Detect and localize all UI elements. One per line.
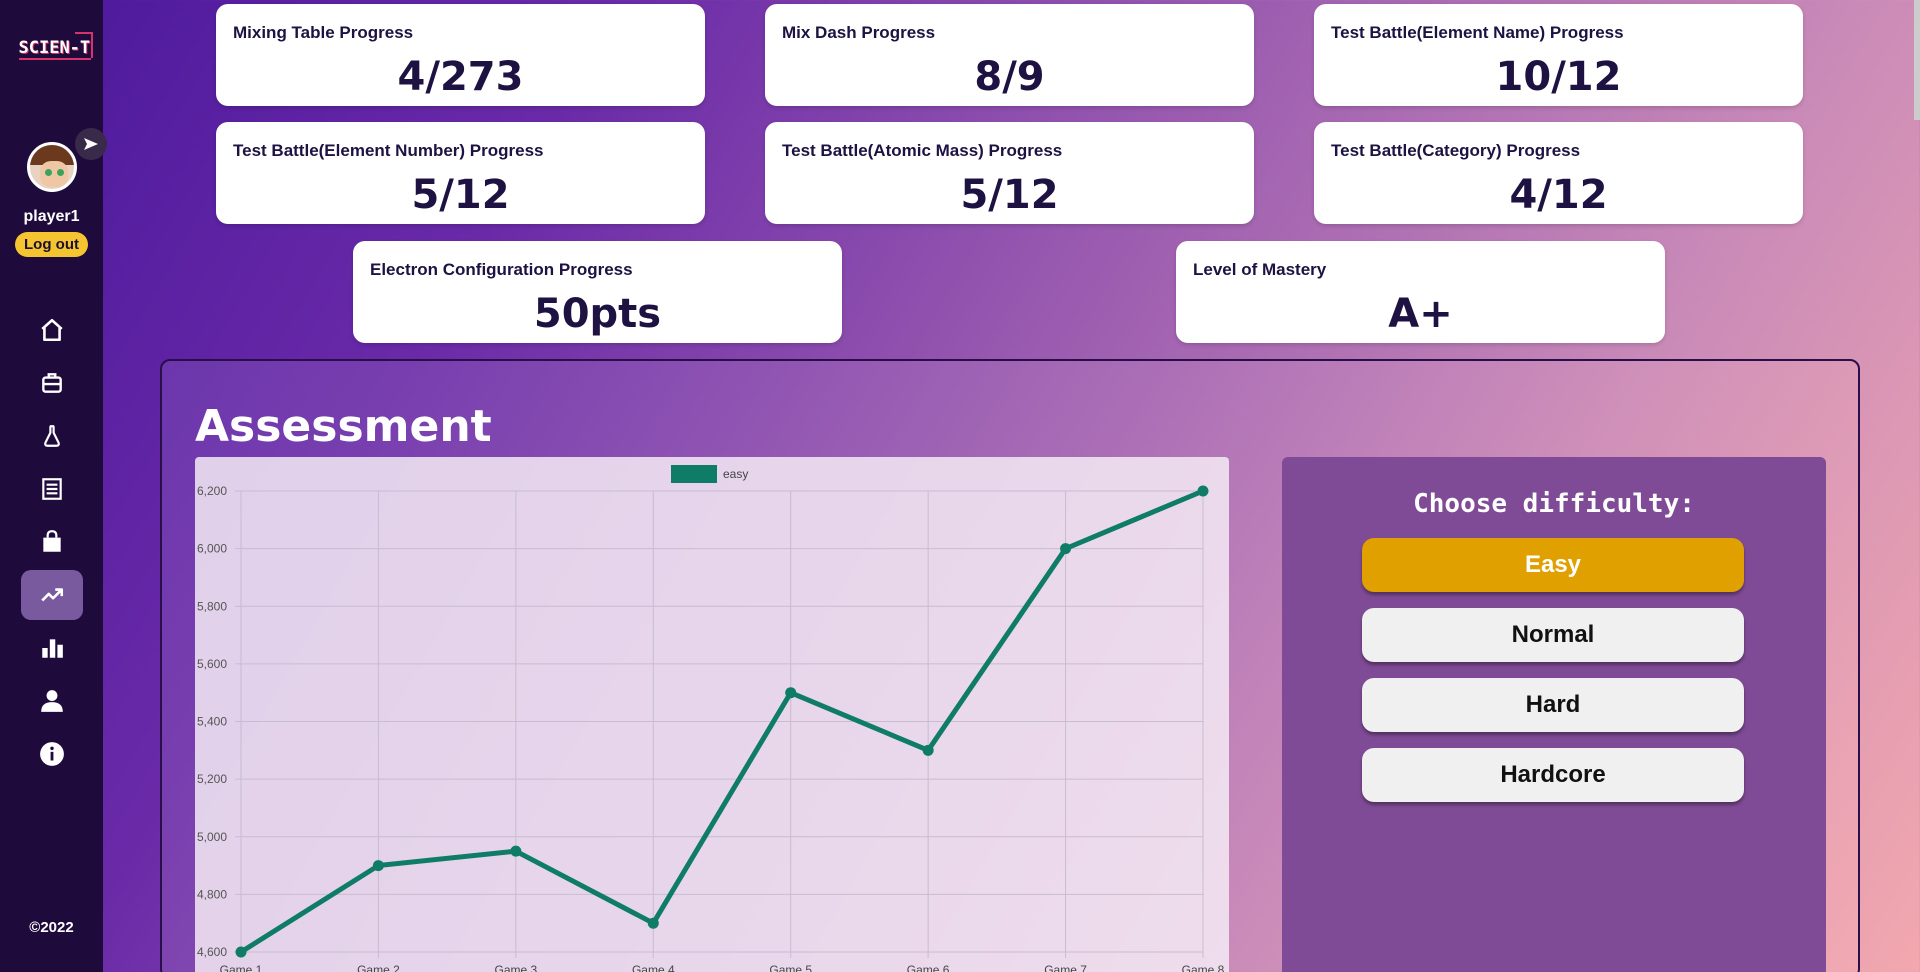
sidebar-toggle-button[interactable] bbox=[74, 128, 107, 160]
page-scrollbar[interactable] bbox=[1914, 0, 1920, 120]
data-point bbox=[1060, 543, 1072, 555]
difficulty-easy-button[interactable]: Easy bbox=[1362, 538, 1744, 592]
nav-profile[interactable] bbox=[21, 676, 83, 726]
nav-notes[interactable] bbox=[21, 464, 83, 514]
x-tick-label: Game 6 bbox=[907, 963, 950, 972]
data-point bbox=[372, 860, 384, 872]
difficulty-normal-button[interactable]: Normal bbox=[1362, 608, 1744, 662]
x-tick-label: Game 2 bbox=[357, 963, 400, 972]
difficulty-hardcore-button[interactable]: Hardcore bbox=[1362, 748, 1744, 802]
card-value: 10/12 bbox=[1495, 54, 1622, 100]
flask-icon bbox=[43, 425, 60, 447]
y-tick-label: 5,200 bbox=[197, 772, 227, 786]
card-test-battle-name: Test Battle(Element Name) Progress 10/12 bbox=[1314, 4, 1803, 106]
nav-leaderboard[interactable] bbox=[21, 623, 83, 673]
card-value: A+ bbox=[1388, 291, 1453, 337]
card-value: 8/9 bbox=[974, 54, 1045, 100]
nav-lab[interactable] bbox=[21, 358, 83, 408]
x-tick-label: Game 5 bbox=[769, 963, 812, 972]
card-label: Level of Mastery bbox=[1193, 260, 1327, 279]
difficulty-hard-button[interactable]: Hard bbox=[1362, 678, 1744, 732]
card-test-battle-mass: Test Battle(Atomic Mass) Progress 5/12 bbox=[765, 122, 1254, 224]
avatar-wrap bbox=[26, 128, 107, 192]
assessment-panel: Assessment 4,600 4,800 5,000 5,200 5,400 5,60… bbox=[160, 359, 1860, 972]
x-tick-label: Game 7 bbox=[1044, 963, 1087, 972]
trending-up-icon bbox=[40, 588, 63, 602]
info-icon bbox=[39, 742, 64, 766]
y-tick-label: 6,200 bbox=[197, 484, 227, 498]
legend-label: easy bbox=[723, 467, 748, 481]
card-label: Mixing Table Progress bbox=[233, 23, 414, 42]
data-point bbox=[235, 946, 247, 958]
x-tick-label: Game 1 bbox=[220, 963, 263, 972]
card-label: Electron Configuration Progress bbox=[370, 260, 633, 279]
card-value: 50pts bbox=[533, 291, 662, 337]
notebook-icon bbox=[41, 478, 62, 500]
data-point bbox=[1197, 485, 1209, 497]
y-tick-label: 5,400 bbox=[197, 715, 227, 729]
card-test-battle-number: Test Battle(Element Number) Progress 5/1… bbox=[216, 122, 705, 224]
user-icon bbox=[40, 690, 63, 712]
card-label: Test Battle(Atomic Mass) Progress bbox=[782, 141, 1063, 160]
difficulty-panel: Choose difficulty: Easy Normal Hard Hard… bbox=[1282, 457, 1826, 972]
card-mix-dash: Mix Dash Progress 8/9 bbox=[765, 4, 1254, 106]
assessment-title: Assessment bbox=[195, 401, 492, 452]
data-point bbox=[510, 845, 522, 857]
card-value: 4/12 bbox=[1509, 172, 1608, 218]
y-tick-label: 5,000 bbox=[197, 830, 227, 844]
card-electron-config: Electron Configuration Progress 50pts bbox=[353, 241, 842, 343]
card-value: 5/12 bbox=[411, 172, 510, 218]
nav-shop[interactable] bbox=[21, 517, 83, 567]
card-test-battle-category: Test Battle(Category) Progress 4/12 bbox=[1314, 122, 1803, 224]
card-label: Test Battle(Element Number) Progress bbox=[233, 141, 544, 160]
nav-info[interactable] bbox=[21, 729, 83, 779]
card-label: Mix Dash Progress bbox=[782, 23, 936, 42]
nav-mix[interactable] bbox=[21, 411, 83, 461]
x-tick-label: Game 3 bbox=[495, 963, 538, 972]
card-value: 5/12 bbox=[960, 172, 1059, 218]
x-tick-label: Game 4 bbox=[632, 963, 675, 972]
sidebar: SCIEN-T player1 Log out ©2022 bbox=[0, 0, 107, 972]
app-logo[interactable]: SCIEN-T bbox=[11, 30, 93, 64]
arrow-right-icon bbox=[83, 138, 98, 150]
home-icon bbox=[40, 318, 63, 342]
nav-home[interactable] bbox=[21, 305, 83, 355]
nav-progress[interactable] bbox=[20, 570, 83, 620]
shopping-bag-icon bbox=[42, 530, 61, 552]
logout-button[interactable]: Log out bbox=[15, 232, 88, 257]
y-tick-label: 5,800 bbox=[197, 599, 227, 613]
card-mixing-table: Mixing Table Progress 4/273 bbox=[216, 4, 705, 106]
y-tick-label: 4,800 bbox=[197, 887, 227, 901]
legend-swatch bbox=[671, 465, 717, 483]
line-chart-svg: 4,600 4,800 5,000 5,200 5,400 5,600 5,800 6,000… bbox=[197, 465, 1225, 972]
card-mastery: Level of Mastery A+ bbox=[1176, 241, 1665, 343]
x-tick-label: Game 8 bbox=[1182, 963, 1225, 972]
username: player1 bbox=[23, 208, 80, 225]
assessment-chart: 4,600 4,800 5,000 5,200 5,400 5,600 5,800 6,000… bbox=[195, 457, 1229, 972]
data-point bbox=[647, 917, 659, 929]
card-value: 4/273 bbox=[397, 54, 524, 100]
bar-chart-icon bbox=[41, 639, 63, 658]
card-label: Test Battle(Category) Progress bbox=[1331, 141, 1581, 160]
y-tick-label: 5,600 bbox=[197, 657, 227, 671]
y-tick-label: 6,000 bbox=[197, 542, 227, 556]
avatar bbox=[26, 142, 77, 192]
copyright-text: ©2022 bbox=[29, 919, 74, 936]
data-point bbox=[922, 744, 934, 756]
sidebar-nav bbox=[20, 305, 83, 782]
card-label: Test Battle(Element Name) Progress bbox=[1331, 23, 1624, 42]
y-tick-label: 4,600 bbox=[197, 945, 227, 959]
briefcase-icon bbox=[41, 373, 62, 393]
data-point bbox=[785, 687, 797, 699]
difficulty-title: Choose difficulty: bbox=[1413, 489, 1695, 519]
